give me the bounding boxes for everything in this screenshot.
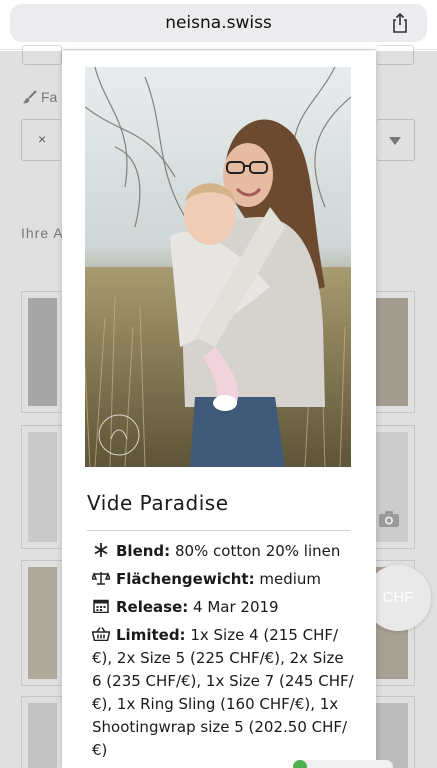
scale-icon	[92, 571, 110, 585]
spec-blend-value: 80% cotton 20% linen	[174, 542, 341, 560]
spec-weight-label: Flächengewicht:	[116, 570, 255, 588]
product-title: Vide Paradise	[87, 491, 229, 515]
product-photo	[85, 67, 351, 467]
spec-limited-value: 1x Size 4 (215 CHF/€), 2x Size 5 (225 CH…	[92, 626, 354, 759]
spec-release-value: 4 Mar 2019	[193, 598, 279, 616]
snowflake-icon	[94, 543, 108, 557]
spec-blend-label: Blend:	[116, 542, 171, 560]
toggle-track[interactable]	[293, 760, 393, 768]
spec-blend: Blend: 80% cotton 20% linen	[92, 540, 354, 563]
spec-release-label: Release:	[116, 598, 189, 616]
browser-toolbar: neisna.swiss	[0, 0, 437, 50]
calendar-icon	[93, 599, 109, 613]
spec-limited: Limited: 1x Size 4 (215 CHF/€), 2x Size …	[92, 624, 354, 762]
spec-weight: Flächengewicht: medium	[92, 568, 354, 591]
spec-limited-label: Limited:	[116, 626, 186, 644]
basket-icon	[92, 627, 110, 641]
address-bar[interactable]: neisna.swiss	[10, 4, 427, 42]
toggle-knob[interactable]	[293, 760, 307, 768]
spec-release: Release: 4 Mar 2019	[92, 596, 354, 619]
url-text[interactable]: neisna.swiss	[10, 13, 427, 33]
share-icon[interactable]	[389, 12, 411, 34]
spec-weight-value: medium	[259, 570, 322, 588]
camera-icon[interactable]	[378, 510, 400, 528]
title-divider	[87, 530, 351, 531]
product-modal: Vide Paradise Blend: 80% cotton 20% line…	[62, 51, 376, 768]
